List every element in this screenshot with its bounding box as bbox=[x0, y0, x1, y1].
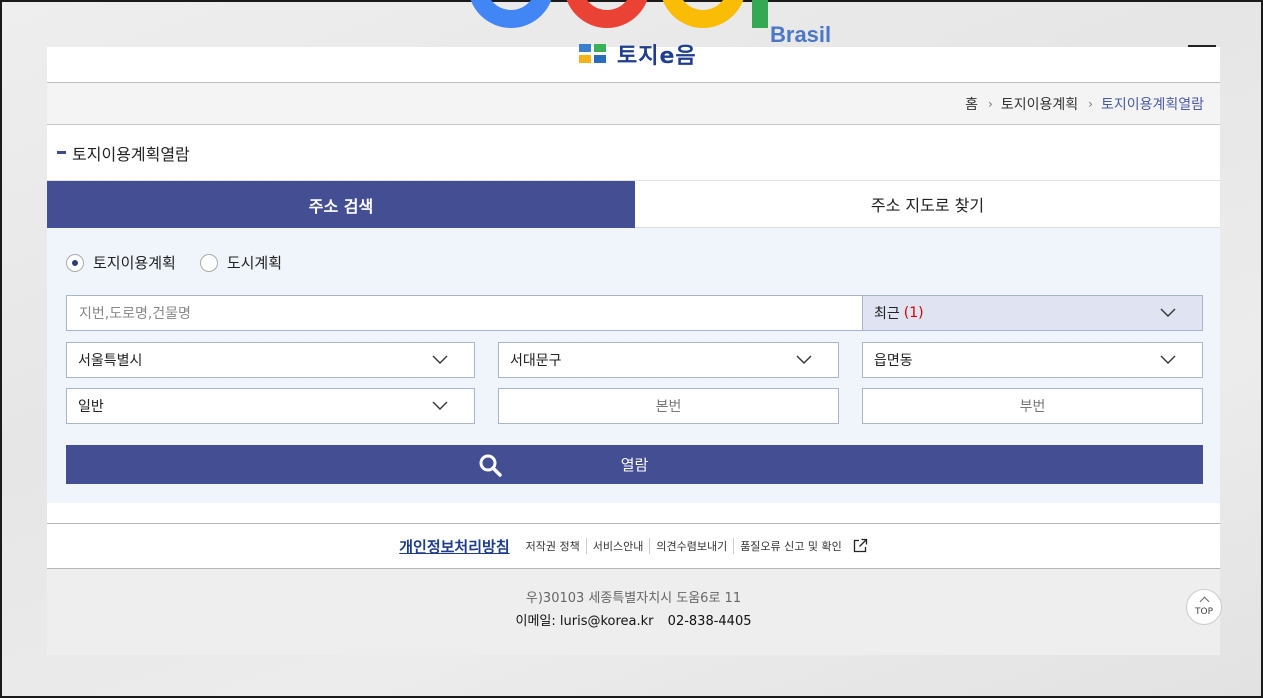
footer-email: 이메일: luris@korea.kr bbox=[515, 614, 654, 629]
logo-text: 토지e음 bbox=[617, 44, 697, 69]
footer-info: 우)30103 세종특별자치시 도움6로 11 이메일: luris@korea… bbox=[47, 569, 1222, 655]
main-number-placeholder: 본번 bbox=[655, 399, 682, 415]
recent-label: 최근 bbox=[874, 306, 900, 322]
city-value: 서울특별시 bbox=[78, 353, 143, 369]
privacy-policy-link[interactable]: 개인정보처리방침 bbox=[399, 536, 509, 557]
city-select[interactable]: 서울특별시 bbox=[66, 342, 475, 378]
page-container: 토지e음 홈 › 토지이용계획 › 토지이용계획열람 토지이용계획열람 주소 검… bbox=[47, 44, 1222, 655]
chevron-right-icon: › bbox=[1088, 96, 1093, 111]
tab-address-search[interactable]: 주소 검색 bbox=[47, 181, 635, 228]
arrow-up-icon bbox=[1199, 596, 1209, 606]
radio-label: 도시계획 bbox=[226, 254, 283, 272]
page-title: 토지이용계획열람 bbox=[47, 125, 1220, 181]
breadcrumb-home[interactable]: 홈 bbox=[965, 94, 978, 114]
footer-contact: 이메일: luris@korea.kr 02-838-4405 bbox=[47, 610, 1220, 629]
quality-report-link[interactable]: 품질오류 신고 및 확인 bbox=[733, 538, 848, 554]
page-title-text: 토지이용계획열람 bbox=[72, 144, 190, 164]
chevron-down-icon bbox=[432, 401, 448, 410]
land-type-value: 일반 bbox=[78, 399, 104, 415]
chevron-down-icon bbox=[1160, 308, 1176, 317]
service-guide-link[interactable]: 서비스안내 bbox=[585, 538, 650, 554]
copyright-policy-link[interactable]: 저작권 정책 bbox=[520, 538, 586, 554]
district-select[interactable]: 서대문구 bbox=[498, 342, 839, 378]
background-logo-text: Brasil bbox=[770, 22, 832, 47]
footer-links: 개인정보처리방침 저작권 정책 서비스안내 의견수렴보내기 품질오류 신고 및 … bbox=[47, 523, 1220, 569]
radio-button[interactable] bbox=[199, 253, 218, 272]
breadcrumb-land-use-plan[interactable]: 토지이용계획 bbox=[1001, 94, 1078, 114]
district-value: 서대문구 bbox=[510, 353, 562, 369]
search-icon bbox=[479, 454, 502, 477]
site-logo[interactable]: 토지e음 bbox=[579, 41, 697, 69]
search-tabs: 주소 검색 주소 지도로 찾기 bbox=[47, 181, 1220, 228]
recent-search-dropdown[interactable]: 최근 (1) bbox=[862, 295, 1203, 331]
recent-count: (1) bbox=[903, 305, 924, 321]
town-value: 읍면동 bbox=[874, 353, 913, 369]
plan-type-radio-group: 토지이용계획 도시계획 bbox=[66, 252, 282, 273]
radio-label: 토지이용계획 bbox=[93, 254, 176, 272]
chevron-right-icon: › bbox=[988, 96, 993, 111]
sub-number-placeholder: 부번 bbox=[1019, 399, 1046, 415]
footer-address: 우)30103 세종특별자치시 도움6로 11 bbox=[525, 591, 742, 606]
feedback-link[interactable]: 의견수렴보내기 bbox=[649, 538, 733, 554]
sub-number-input[interactable]: 부번 bbox=[862, 388, 1203, 424]
radio-button-checked[interactable] bbox=[66, 253, 84, 272]
search-panel: 토지이용계획 도시계획 지번,도로명,건물명 최근 (1) 서울특별시 서대문구… bbox=[47, 228, 1220, 503]
chevron-down-icon bbox=[796, 355, 812, 364]
menu-icon[interactable] bbox=[1188, 45, 1216, 59]
main-number-input[interactable]: 본번 bbox=[498, 388, 839, 424]
breadcrumb-current[interactable]: 토지이용계획열람 bbox=[1101, 94, 1204, 114]
breadcrumb: 홈 › 토지이용계획 › 토지이용계획열람 bbox=[47, 83, 1220, 125]
footer-phone: 02-838-4405 bbox=[667, 614, 752, 629]
address-search-input[interactable]: 지번,도로명,건물명 bbox=[66, 295, 863, 331]
chevron-down-icon bbox=[1160, 355, 1176, 364]
site-header: 토지e음 bbox=[47, 44, 1220, 83]
address-placeholder: 지번,도로명,건물명 bbox=[79, 306, 191, 322]
top-label: TOP bbox=[1194, 606, 1213, 617]
title-dash-icon bbox=[57, 151, 66, 154]
town-select[interactable]: 읍면동 bbox=[862, 342, 1203, 378]
view-button[interactable]: 열람 bbox=[66, 445, 1203, 484]
tab-map-search[interactable]: 주소 지도로 찾기 bbox=[635, 181, 1220, 228]
scroll-top-button[interactable]: TOP bbox=[1186, 589, 1222, 625]
view-button-label: 열람 bbox=[620, 456, 649, 474]
radio-land-use-plan[interactable]: 토지이용계획 bbox=[66, 252, 176, 273]
radio-urban-plan[interactable]: 도시계획 bbox=[199, 252, 283, 273]
chevron-down-icon bbox=[432, 355, 448, 364]
land-type-select[interactable]: 일반 bbox=[66, 388, 475, 424]
logo-mark-icon bbox=[579, 44, 607, 64]
external-link-icon[interactable] bbox=[852, 538, 868, 554]
